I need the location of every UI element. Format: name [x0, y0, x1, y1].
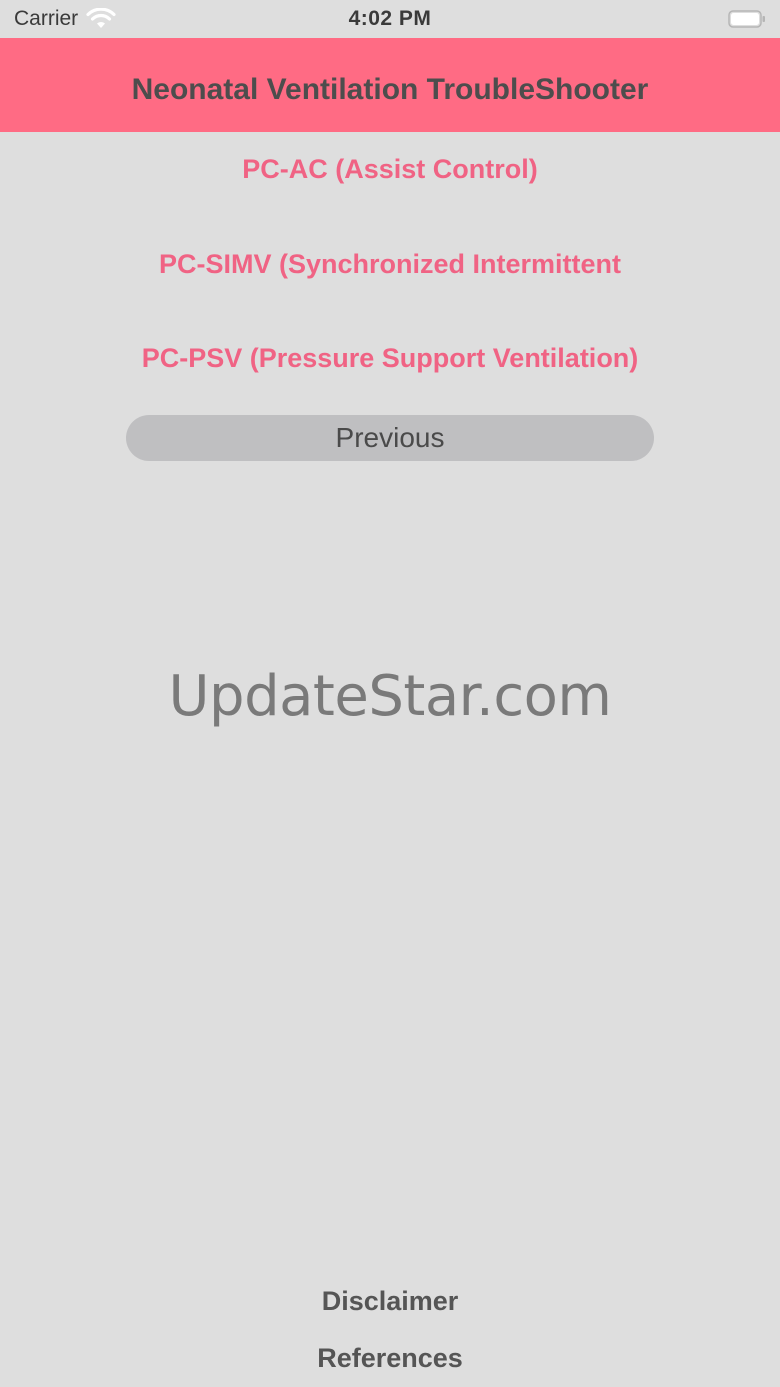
- page-title: Neonatal Ventilation TroubleShooter: [131, 73, 649, 106]
- mode-link-pc-psv[interactable]: PC-PSV (Pressure Support Ventilation): [0, 343, 780, 374]
- previous-button[interactable]: Previous: [126, 415, 654, 461]
- watermark-text: UpdateStar.com: [168, 664, 612, 729]
- mode-link-pc-ac[interactable]: PC-AC (Assist Control): [0, 154, 780, 185]
- app-header: Neonatal Ventilation TroubleShooter: [0, 38, 780, 132]
- disclaimer-link[interactable]: Disclaimer: [0, 1286, 780, 1317]
- battery-icon: [728, 10, 765, 28]
- mode-link-pc-simv[interactable]: PC-SIMV (Synchronized Intermittent: [0, 249, 780, 280]
- status-time: 4:02 PM: [348, 7, 432, 30]
- references-link[interactable]: References: [0, 1343, 780, 1374]
- status-bar: Carrier 4:02 PM: [0, 0, 780, 38]
